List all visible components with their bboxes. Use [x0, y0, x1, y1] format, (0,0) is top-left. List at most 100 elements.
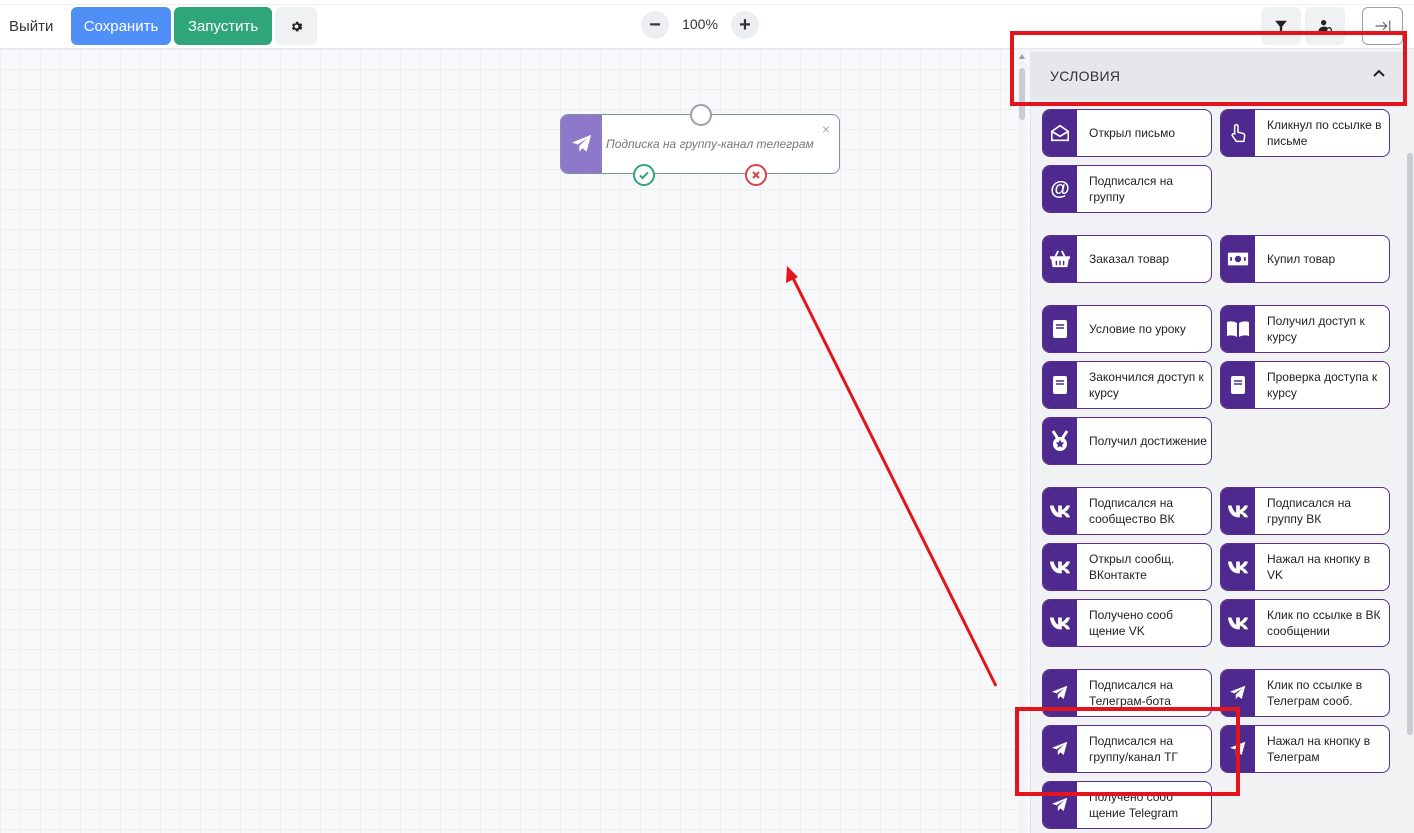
- condition-card-vk-button-pressed[interactable]: Нажал на кнопку в VK: [1220, 543, 1390, 591]
- card-label: Получено сооб щение VK: [1089, 608, 1173, 638]
- card-icon-box: [1043, 544, 1077, 590]
- card-label: Открыл сообщ. ВКонтакте: [1089, 552, 1175, 582]
- condition-card-tg-bot-subscribed[interactable]: Подписался на Телеграм-бота: [1042, 669, 1212, 717]
- user-settings-button[interactable]: [1305, 7, 1345, 45]
- condition-card-tg-link-clicked[interactable]: Клик по ссылке в Телеграм сооб.: [1220, 669, 1390, 717]
- card-icon-box: [1221, 236, 1255, 282]
- zoom-out-button[interactable]: −: [641, 11, 669, 39]
- card-label: Проверка доступа к курсу: [1267, 370, 1378, 400]
- vk-icon: [1227, 505, 1249, 518]
- condition-card-tg-channel-subscribed[interactable]: Подписался на группу/канал ТГ: [1042, 725, 1212, 773]
- at-icon: @: [1050, 177, 1070, 200]
- condition-card-vk-link-clicked[interactable]: Клик по ссылке в ВК сообщении: [1220, 599, 1390, 647]
- condition-card-ordered-product[interactable]: Заказал товар: [1042, 235, 1212, 283]
- condition-card-tg-message-received[interactable]: Получено сооб щение Telegram: [1042, 781, 1212, 829]
- condition-card-opened-email[interactable]: Открыл письмо: [1042, 109, 1212, 157]
- filter-button[interactable]: [1261, 7, 1301, 45]
- zoom-level: 100%: [682, 16, 718, 32]
- card-icon-box: [1043, 362, 1077, 408]
- panel-scrollbar-left[interactable]: [1018, 52, 1026, 833]
- scrollbar-thumb[interactable]: [1407, 153, 1413, 735]
- condition-card-bought-product[interactable]: Купил товар: [1220, 235, 1390, 283]
- chevron-up-icon: [1373, 69, 1385, 77]
- card-icon-box: @: [1043, 166, 1077, 212]
- condition-card-tg-button-pressed[interactable]: Нажал на кнопку в Телеграм: [1220, 725, 1390, 773]
- card-icon-box: [1221, 544, 1255, 590]
- card-icon-box: [1043, 236, 1077, 282]
- card-icon-box: [1221, 670, 1255, 716]
- x-icon: [752, 171, 760, 179]
- node-failure-port[interactable]: [745, 164, 767, 186]
- vk-icon: [1227, 561, 1249, 574]
- node-input-port[interactable]: [690, 104, 712, 126]
- toolbar-top-divider: [0, 4, 1414, 5]
- card-icon-box: [1043, 488, 1077, 534]
- condition-card-vk-group-subscribed[interactable]: Подписался на группу ВК: [1220, 487, 1390, 535]
- condition-card-course-access-check[interactable]: Проверка доступа к курсу: [1220, 361, 1390, 409]
- save-button[interactable]: Сохранить: [71, 7, 171, 45]
- condition-card-vk-community-subscribed[interactable]: Подписался на сообщество ВК: [1042, 487, 1212, 535]
- node-icon-box: [561, 115, 602, 173]
- collapse-panel-button[interactable]: [1362, 7, 1403, 45]
- card-label: Закончился доступ к курсу: [1089, 370, 1204, 400]
- card-label: Купил товар: [1267, 252, 1336, 266]
- vk-icon: [1049, 617, 1071, 630]
- scrollbar-thumb[interactable]: [1019, 68, 1025, 120]
- node-success-port[interactable]: [633, 164, 655, 186]
- telegram-icon: [1052, 797, 1068, 812]
- card-label: Получил достижение: [1089, 434, 1207, 448]
- card-label: Нажал на кнопку в Телеграм: [1267, 734, 1371, 764]
- card-label: Условие по уроку: [1089, 322, 1186, 336]
- card-label: Клик по ссылке в ВК сообщении: [1267, 608, 1381, 638]
- card-icon-box: [1043, 670, 1077, 716]
- card-label: Подписался на сообщество ВК: [1089, 496, 1175, 526]
- telegram-icon: [1230, 685, 1246, 700]
- condition-card-lesson[interactable]: Условие по уроку: [1042, 305, 1212, 353]
- card-label: Получено сооб щение Telegram: [1089, 790, 1179, 820]
- condition-card-course-access-ended[interactable]: Закончился доступ к курсу: [1042, 361, 1212, 409]
- condition-card-subscribed-group[interactable]: @ Подписался на группу: [1042, 165, 1212, 213]
- card-label: Кликнул по ссылке в письме: [1267, 118, 1382, 148]
- condition-card-vk-message-opened[interactable]: Открыл сообщ. ВКонтакте: [1042, 543, 1212, 591]
- card-icon-box: [1043, 600, 1077, 646]
- book-icon: [1231, 376, 1245, 394]
- arrow-to-right-icon: [1375, 20, 1390, 32]
- card-label: Нажал на кнопку в VK: [1267, 552, 1371, 582]
- run-button[interactable]: Запустить: [174, 7, 272, 45]
- filter-icon: [1275, 20, 1287, 32]
- card-icon-box: [1221, 488, 1255, 534]
- section-title: УСЛОВИЯ: [1050, 68, 1121, 84]
- vk-icon: [1227, 617, 1249, 630]
- check-icon: [639, 171, 649, 180]
- card-label: Подписался на группу ВК: [1267, 496, 1352, 526]
- condition-card-clicked-email-link[interactable]: Кликнул по ссылке в письме: [1220, 109, 1390, 157]
- condition-card-achievement[interactable]: Получил достижение: [1042, 417, 1212, 465]
- book-icon: [1053, 320, 1067, 338]
- vk-icon: [1049, 561, 1071, 574]
- medal-icon: [1051, 430, 1069, 451]
- hand-pointer-icon: [1231, 123, 1246, 143]
- condition-card-course-access[interactable]: Получил доступ к курсу: [1220, 305, 1390, 353]
- panel-scrollbar-right[interactable]: [1406, 49, 1414, 833]
- card-label: Получил доступ к курсу: [1267, 314, 1365, 344]
- card-icon-box: [1221, 600, 1255, 646]
- card-icon-box: [1043, 110, 1077, 156]
- card-label: Подписался на группу/канал ТГ: [1089, 734, 1178, 764]
- card-icon-box: [1043, 726, 1077, 772]
- zoom-in-button[interactable]: +: [731, 11, 759, 39]
- card-icon-box: [1221, 110, 1255, 156]
- node-close-icon[interactable]: ×: [822, 122, 830, 136]
- workflow-canvas[interactable]: Подписка на группу-канал телеграм ×: [0, 49, 1030, 833]
- card-label: Открыл письмо: [1089, 126, 1176, 140]
- exit-button[interactable]: Выйти: [0, 7, 66, 45]
- card-label: Подписался на группу: [1089, 174, 1174, 204]
- card-icon-box: [1043, 782, 1077, 828]
- scroll-up-icon[interactable]: [1019, 54, 1025, 59]
- telegram-icon: [1230, 741, 1246, 756]
- condition-card-vk-message-received[interactable]: Получено сооб щение VK: [1042, 599, 1212, 647]
- workflow-node[interactable]: Подписка на группу-канал телеграм ×: [560, 104, 840, 186]
- settings-button[interactable]: [275, 7, 317, 45]
- card-label: Заказал товар: [1089, 252, 1170, 266]
- conditions-section-header[interactable]: УСЛОВИЯ: [1030, 52, 1404, 100]
- book-open-icon: [1227, 321, 1249, 337]
